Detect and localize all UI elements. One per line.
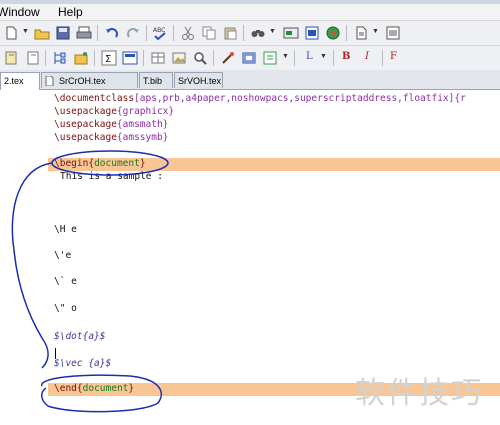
toolbar-separator [382,50,383,66]
insert-table-icon[interactable] [150,50,166,66]
environment-icon[interactable] [262,50,278,66]
save-icon[interactable] [55,25,71,41]
tab-srvoh-tex[interactable]: SrVOH.tex [174,72,223,88]
environment-dropdown-icon[interactable]: ▼ [282,53,289,60]
tab-label: T.bib [143,76,163,86]
accent-line-4: \" o [54,303,77,314]
copy-icon[interactable] [201,25,217,41]
sample-text-line: This is a sample : [60,171,163,182]
bold-button[interactable]: B [342,51,350,62]
accent-line-2: \'e [54,250,72,261]
toolbar-separator [173,25,174,41]
math-line-2: $\vec {a}$ [54,358,112,369]
tab-label: 2.tex [4,76,24,86]
frame-icon[interactable] [241,50,257,66]
latex-argument: [aps,prb,a4paper,noshowpacs,superscripta… [134,93,466,104]
latex-toolbar: Σ ▼ L ▼ B I F [0,46,500,71]
magic-wand-icon[interactable] [220,50,236,66]
build-icon[interactable] [325,25,341,41]
options-icon[interactable] [385,25,401,41]
open-folder-icon[interactable] [34,25,50,41]
svg-text:Σ: Σ [105,54,111,65]
toolbar-separator [243,25,244,41]
paste-icon[interactable] [222,25,238,41]
latex-argument: {graphicx} [116,106,175,117]
svg-text:ABC: ABC [153,27,165,34]
sum-symbol-icon[interactable]: Σ [101,50,117,66]
menu-bar: Window Help [0,4,500,21]
toolbar-separator [346,25,347,41]
tab-label: SrCrOH.tex [59,76,106,86]
environment-name: document [94,158,140,169]
editor-gutter [0,90,49,425]
latex-argument: {amsmath} [116,119,169,130]
brace: } [128,383,135,394]
code-line: \usepackage{amsmath} [54,119,168,131]
new-file-icon[interactable] [3,25,19,41]
main-toolbar: ▼ ABC ▼ ▼ [0,21,500,46]
project-icon[interactable] [73,50,89,66]
format-l-dropdown-icon[interactable]: ▼ [320,53,327,60]
code-line: \documentclass[aps,prb,a4paper,noshowpac… [54,93,466,105]
insert-figure-icon[interactable] [171,50,187,66]
undo-icon[interactable] [104,25,120,41]
toolbar-separator [146,25,147,41]
toolbar-separator [294,50,295,66]
latex-command: \begin [54,158,89,169]
matrix-icon[interactable] [122,50,138,66]
file-tab-bar: 2.tex SrCrOH.tex T.bib SrVOH.tex [0,70,500,90]
accent-line-3: \` e [54,276,77,287]
accent-line-1: \H e [54,224,77,235]
prev-bookmark-icon[interactable] [3,50,19,66]
print-icon[interactable] [76,25,92,41]
latex-command: \end [54,383,77,394]
compile-icon[interactable] [283,25,299,41]
math-line-1: $\dot{a}$ [54,331,106,342]
brace: } [139,158,146,169]
code-line: \usepackage{amssymb} [54,132,168,144]
new-file-dropdown-icon[interactable]: ▼ [22,28,29,35]
tab-srcroh-tex[interactable]: SrCrOH.tex [41,72,138,88]
spellcheck-icon[interactable]: ABC [152,25,168,41]
file-icon [45,76,54,86]
format-l-button[interactable]: L [306,51,313,62]
latex-command: \documentclass [54,93,135,104]
menu-help[interactable]: Help [58,5,83,19]
toolbar-separator [333,50,334,66]
end-document-line: \end{document} [54,383,134,395]
toolbar-separator [143,50,144,66]
toolbar-separator [94,50,95,66]
begin-document-line: \begin{document} [54,158,146,170]
document-icon[interactable] [353,25,369,41]
search-icon[interactable] [192,50,208,66]
watermark: 软件技巧 [355,376,483,411]
italic-button[interactable]: I [365,51,369,62]
latex-argument: {amssymb} [116,132,169,143]
next-bookmark-icon[interactable] [25,50,41,66]
toolbar-separator [45,50,46,66]
code-line: \usepackage{graphicx} [54,106,174,118]
tab-label: SrVOH.tex [178,76,222,86]
menu-window[interactable]: Window [0,5,40,19]
environment-name: document [82,383,129,394]
font-button[interactable]: F [390,51,397,62]
find-dropdown-icon[interactable]: ▼ [269,28,276,35]
latex-command: \usepackage [54,119,117,130]
redo-icon[interactable] [125,25,141,41]
find-icon[interactable] [250,25,266,41]
toolbar-separator [213,50,214,66]
latex-command: \usepackage [54,106,117,117]
tab-2-tex[interactable]: 2.tex [0,72,40,90]
view-output-icon[interactable] [304,25,320,41]
toolbar-separator [97,25,98,41]
latex-command: \usepackage [54,132,117,143]
tab-t-bib[interactable]: T.bib [139,72,173,88]
document-dropdown-icon[interactable]: ▼ [372,28,379,35]
cut-icon[interactable] [180,25,196,41]
structure-icon[interactable] [52,50,68,66]
